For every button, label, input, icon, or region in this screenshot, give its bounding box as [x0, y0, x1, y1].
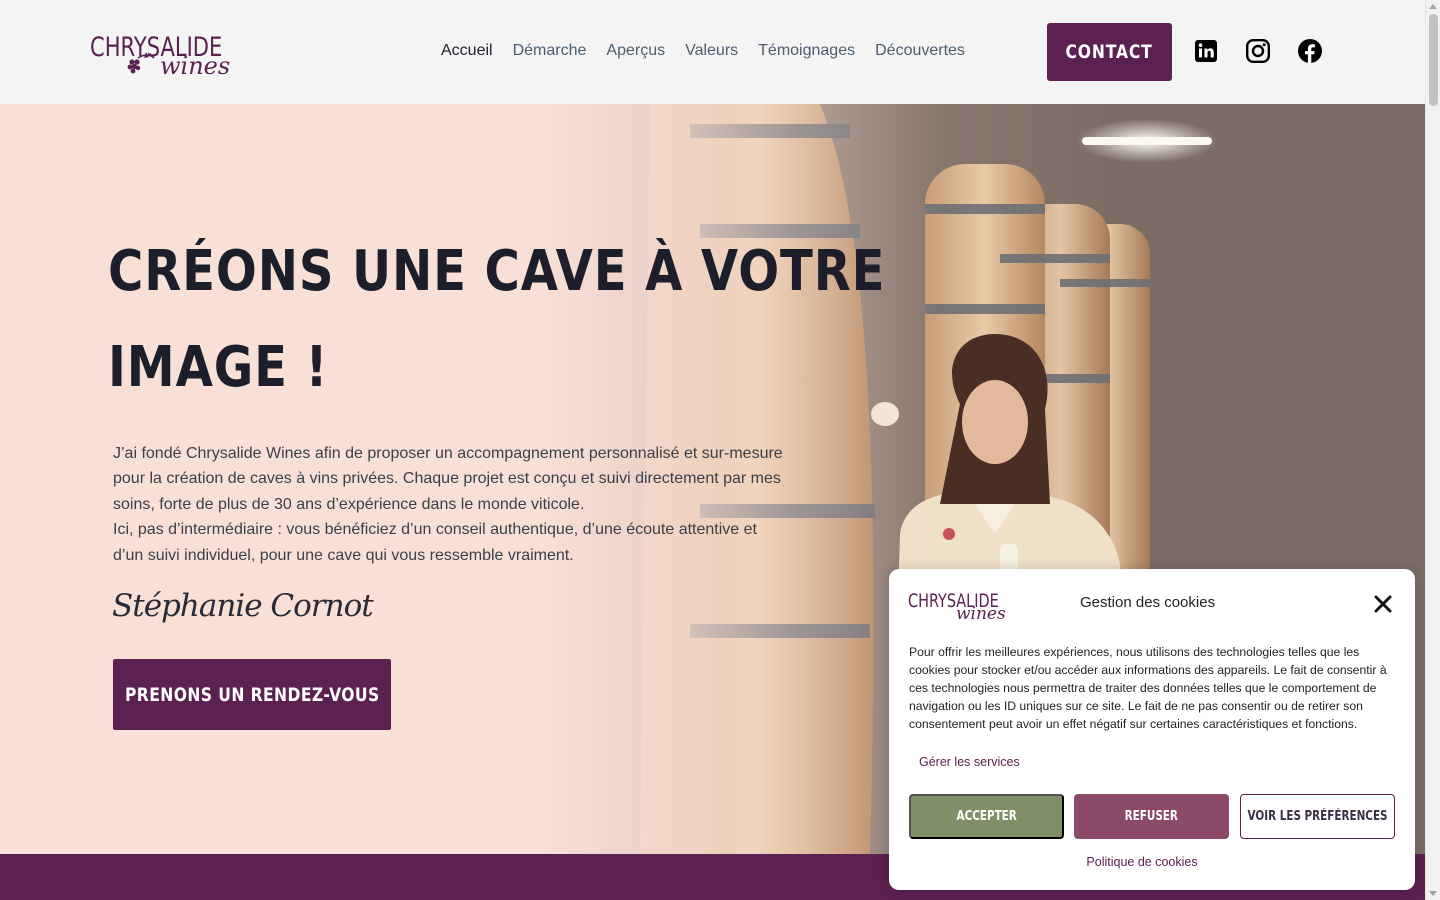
site-header: CHRYSALIDE wines Accueil Démarche Aperçu…: [0, 0, 1425, 104]
instagram-icon[interactable]: [1245, 38, 1271, 64]
accept-cookies-button[interactable]: ACCEPTER: [909, 794, 1064, 839]
nav-item-apercus[interactable]: Aperçus: [596, 39, 675, 63]
scroll-up-arrow[interactable]: [1429, 4, 1437, 9]
accept-cookies-label: ACCEPTER: [956, 809, 1017, 824]
linkedin-icon[interactable]: [1193, 38, 1219, 64]
book-appointment-button[interactable]: PRENONS UN RENDEZ-VOUS: [113, 659, 391, 730]
manage-services-link[interactable]: Gérer les services: [919, 755, 1020, 769]
nav-item-demarche[interactable]: Démarche: [503, 39, 597, 63]
main-nav: Accueil Démarche Aperçus Valeurs Témoign…: [431, 39, 975, 63]
logo-script: wines: [160, 52, 231, 80]
contact-button-label: CONTACT: [1066, 41, 1153, 63]
hero-paragraph: J’ai fondé Chrysalide Wines afin de prop…: [113, 441, 823, 568]
hero-title-line-2: IMAGE !: [108, 335, 329, 400]
cookie-policy-link[interactable]: Politique de cookies: [889, 855, 1395, 869]
page-scrollbar[interactable]: [1425, 0, 1440, 900]
scroll-down-arrow[interactable]: [1429, 891, 1437, 896]
nav-item-accueil[interactable]: Accueil: [431, 39, 503, 63]
hero-paragraph-line: Ici, pas d’intermédiaire : vous bénéfici…: [113, 521, 757, 539]
cookie-logo-script: wines: [956, 604, 1006, 624]
refuse-cookies-button[interactable]: REFUSER: [1074, 794, 1229, 839]
cookie-consent-dialog: CHRYSALIDE wines Gestion des cookies Pou…: [889, 569, 1415, 890]
refuse-cookies-label: REFUSER: [1124, 809, 1179, 824]
cookie-brand-logo: CHRYSALIDE wines: [908, 584, 1013, 628]
nav-item-decouvertes[interactable]: Découvertes: [865, 39, 975, 63]
view-preferences-label: VOIR LES PRÉFÉRENCES: [1247, 809, 1388, 824]
book-appointment-label: PRENONS UN RENDEZ-VOUS: [124, 683, 380, 706]
hero-paragraph-line: d’un suivi individuel, pour une cave qui…: [113, 546, 574, 564]
founder-signature: Stéphanie Cornot: [112, 588, 374, 624]
contact-button[interactable]: CONTACT: [1047, 23, 1172, 81]
facebook-icon[interactable]: [1297, 38, 1323, 64]
scroll-thumb[interactable]: [1429, 14, 1438, 106]
hero-title-line-1: CRÉONS UNE CAVE À VOTRE: [108, 239, 886, 304]
nav-item-valeurs[interactable]: Valeurs: [675, 39, 748, 63]
nav-item-temoignages[interactable]: Témoignages: [748, 39, 865, 63]
hero-title: CRÉONS UNE CAVE À VOTRE IMAGE !: [108, 224, 885, 416]
cookie-description: Pour offrir les meilleures expériences, …: [909, 645, 1387, 731]
brand-logo[interactable]: CHRYSALIDE wines: [90, 22, 235, 84]
hero-paragraph-line: J’ai fondé Chrysalide Wines afin de prop…: [113, 445, 783, 462]
hero-paragraph-line: pour la création de caves à vins privées…: [113, 470, 781, 488]
hero-paragraph-line: soins, forte de plus de 30 ans d’expérie…: [113, 495, 585, 513]
cookie-dialog-title: Gestion des cookies: [1080, 594, 1216, 611]
grape-icon: [127, 52, 155, 74]
close-icon[interactable]: [1374, 595, 1392, 613]
view-preferences-button[interactable]: VOIR LES PRÉFÉRENCES: [1240, 794, 1395, 839]
